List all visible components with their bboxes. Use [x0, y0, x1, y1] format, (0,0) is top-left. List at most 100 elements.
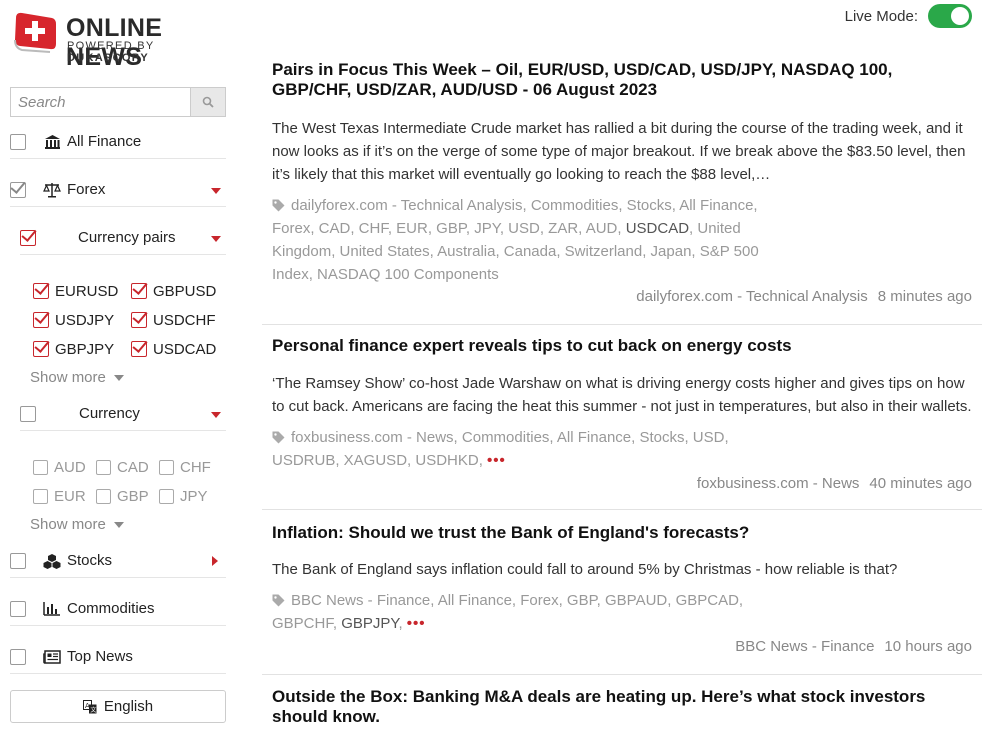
- search-bar: [10, 87, 226, 117]
- article-source[interactable]: BBC News - Finance: [735, 638, 874, 655]
- bank-icon: [43, 133, 61, 151]
- forex-checkbox[interactable]: [10, 181, 26, 198]
- tag-highlighted[interactable]: GBPJPY: [341, 615, 398, 632]
- chevron-down-icon[interactable]: [211, 236, 221, 242]
- checkbox[interactable]: [159, 459, 174, 475]
- chevron-right-icon[interactable]: [212, 556, 218, 566]
- show-more-label: Show more: [30, 369, 106, 386]
- currency-label: CAD: [117, 458, 149, 476]
- checkbox[interactable]: [33, 459, 48, 475]
- currency-pairs-checkbox[interactable]: [20, 229, 36, 246]
- pair-label: EURUSD: [55, 282, 119, 300]
- stocks-checkbox[interactable]: [10, 552, 26, 569]
- pair-usdchf[interactable]: USDCHF: [131, 309, 216, 331]
- pair-label: USDCAD: [153, 340, 217, 358]
- article-title[interactable]: Personal finance expert reveals tips to …: [272, 336, 962, 356]
- checkbox[interactable]: [131, 312, 147, 328]
- pair-usdcad[interactable]: USDCAD: [131, 338, 216, 360]
- chevron-down-icon[interactable]: [211, 412, 221, 418]
- show-more-pairs-button[interactable]: Show more: [30, 369, 124, 386]
- sidebar-item-label: Forex: [67, 181, 106, 198]
- currency-label: CHF: [180, 458, 211, 476]
- sidebar-item-all-finance[interactable]: All Finance: [10, 125, 226, 159]
- article-meta: BBC News - Finance 10 hours ago: [735, 638, 972, 655]
- sidebar-item-commodities[interactable]: Commodities: [10, 592, 226, 626]
- more-tags-button[interactable]: •••: [407, 615, 426, 632]
- article-title[interactable]: Inflation: Should we trust the Bank of E…: [272, 523, 962, 543]
- logo[interactable]: ONLINE NEWS POWERED BY DUKASCOPY: [10, 8, 240, 71]
- sidebar-item-currency[interactable]: Currency: [20, 397, 226, 431]
- article-tags: dailyforex.com - Technical Analysis, Com…: [272, 194, 772, 286]
- sidebar-item-label: Commodities: [67, 600, 155, 617]
- pair-eurusd[interactable]: EURUSD: [33, 280, 118, 302]
- tag-icon: [272, 594, 285, 607]
- article-time: 8 minutes ago: [877, 288, 972, 305]
- newspaper-icon: [43, 648, 61, 666]
- article-title[interactable]: Pairs in Focus This Week – Oil, EUR/USD,…: [272, 60, 962, 100]
- currency-eur[interactable]: EUR: [33, 485, 86, 507]
- currency-checkbox[interactable]: [20, 405, 36, 422]
- pair-label: USDJPY: [55, 311, 115, 329]
- sidebar-item-label: Top News: [67, 648, 133, 665]
- article-time: 40 minutes ago: [869, 475, 972, 492]
- checkbox[interactable]: [96, 459, 111, 475]
- checkbox[interactable]: [33, 488, 48, 504]
- bar-chart-icon: [43, 600, 61, 618]
- pair-label: GBPUSD: [153, 282, 217, 300]
- article-meta: dailyforex.com - Technical Analysis 8 min…: [636, 288, 972, 305]
- article-tags: BBC News - Finance, All Finance, Forex, …: [272, 589, 772, 635]
- top-news-checkbox[interactable]: [10, 648, 26, 665]
- sidebar-item-top-news[interactable]: Top News: [10, 640, 226, 674]
- currency-label: GBP: [117, 487, 149, 505]
- search-button[interactable]: [190, 87, 226, 117]
- tag-highlighted[interactable]: USDCAD: [626, 220, 689, 237]
- checkbox[interactable]: [33, 312, 49, 328]
- chevron-down-icon: [113, 521, 124, 528]
- tag-list[interactable]: ,: [398, 615, 406, 632]
- currency-label: EUR: [54, 487, 86, 505]
- sidebar-item-label: Stocks: [67, 552, 113, 569]
- pair-gbpjpy[interactable]: GBPJPY: [33, 338, 114, 360]
- sidebar-item-forex[interactable]: Forex: [10, 173, 226, 207]
- sidebar-item-stocks[interactable]: Stocks: [10, 544, 226, 578]
- article-summary: The West Texas Intermediate Crude market…: [272, 120, 966, 183]
- checkbox[interactable]: [96, 488, 111, 504]
- search-icon: [202, 96, 214, 108]
- cubes-icon: [43, 552, 61, 570]
- sidebar: ONLINE NEWS POWERED BY DUKASCOPY All Fin…: [0, 0, 240, 737]
- article-time: 10 hours ago: [884, 638, 972, 655]
- checkbox[interactable]: [33, 283, 49, 299]
- sidebar-item-label: Currency: [79, 405, 140, 422]
- commodities-checkbox[interactable]: [10, 600, 26, 617]
- brand-powered-by: POWERED BY DUKASCOPY: [67, 40, 240, 64]
- swiss-flag-logo-icon: [14, 12, 56, 53]
- pair-usdjpy[interactable]: USDJPY: [33, 309, 114, 331]
- currency-jpy[interactable]: JPY: [159, 485, 208, 507]
- currency-gbp[interactable]: GBP: [96, 485, 149, 507]
- currency-chf[interactable]: CHF: [159, 456, 211, 478]
- chevron-down-icon[interactable]: [211, 188, 221, 194]
- article-title[interactable]: Outside the Box: Banking M&A deals are h…: [272, 687, 962, 727]
- article-source[interactable]: dailyforex.com - Technical Analysis: [636, 288, 868, 305]
- show-more-currencies-button[interactable]: Show more: [30, 516, 124, 533]
- article-source[interactable]: foxbusiness.com - News: [697, 475, 860, 492]
- currency-cad[interactable]: CAD: [96, 456, 149, 478]
- checkbox[interactable]: [131, 341, 147, 357]
- pair-gbpusd[interactable]: GBPUSD: [131, 280, 216, 302]
- checkbox[interactable]: [131, 283, 147, 299]
- all-finance-checkbox[interactable]: [10, 133, 26, 150]
- sidebar-item-currency-pairs[interactable]: Currency pairs: [20, 221, 226, 255]
- language-selector[interactable]: A文 English: [10, 690, 226, 723]
- article-tags: foxbusiness.com - News, Commodities, All…: [272, 426, 772, 472]
- news-article: Inflation: Should we trust the Bank of E…: [262, 510, 982, 675]
- svg-text:文: 文: [90, 706, 96, 714]
- search-input[interactable]: [10, 87, 190, 117]
- article-summary: ‘The Ramsey Show’ co-host Jade Warshaw o…: [272, 375, 972, 415]
- sidebar-item-label: All Finance: [67, 133, 142, 150]
- checkbox[interactable]: [33, 341, 49, 357]
- currency-aud[interactable]: AUD: [33, 456, 86, 478]
- checkbox[interactable]: [159, 488, 174, 504]
- pair-label: GBPJPY: [55, 340, 115, 358]
- more-tags-button[interactable]: •••: [487, 452, 506, 469]
- news-article: Outside the Box: Banking M&A deals are h…: [262, 675, 982, 737]
